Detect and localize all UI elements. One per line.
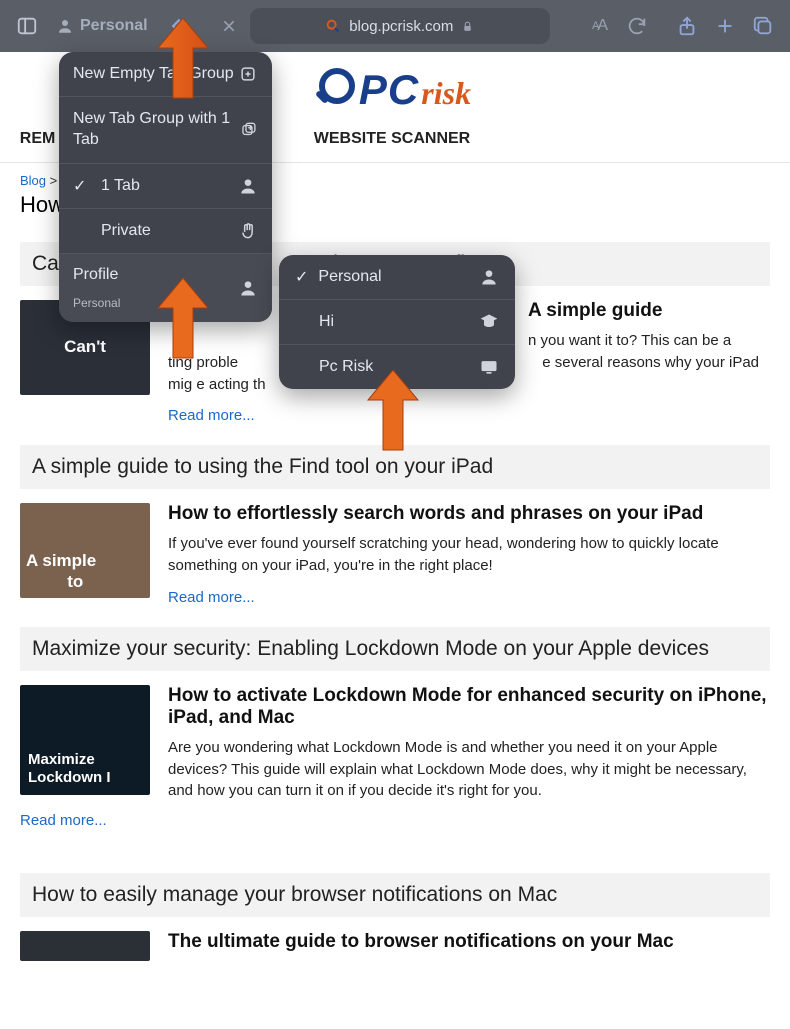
breadcrumb-blog[interactable]: Blog [20, 173, 46, 188]
person-icon [238, 278, 258, 298]
magnifier-icon [319, 68, 355, 104]
person-icon [238, 176, 258, 196]
reload-button[interactable] [620, 9, 654, 43]
article-row: The ultimate guide to browser notificati… [20, 917, 770, 961]
safari-toolbar: Personal blog.pcrisk.com AA [0, 0, 790, 52]
person-icon [479, 267, 499, 287]
menu-item-label: 1 Tab [101, 177, 140, 195]
article-excerpt: Are you wondering what Lockdown Mode is … [168, 737, 770, 802]
annotation-arrow-1 [148, 18, 218, 108]
logo-text-risk: risk [421, 75, 471, 112]
article-thumb[interactable]: A simple to [20, 503, 150, 598]
menu-item-label: Personal [318, 268, 381, 286]
menu-item-private[interactable]: Private [59, 209, 272, 254]
read-more-link[interactable]: Read more... [20, 812, 107, 829]
annotation-arrow-3 [358, 370, 428, 460]
nav-item-removal[interactable]: REM [20, 130, 56, 148]
menu-item-sublabel: Personal [73, 296, 120, 310]
profile-indicator[interactable]: Personal [50, 17, 154, 35]
profile-label: Personal [80, 17, 148, 35]
graduation-cap-icon [479, 312, 499, 332]
profile-submenu: ✓Personal Hi Pc Risk [279, 255, 515, 389]
article-thumb[interactable] [20, 931, 150, 961]
share-button[interactable] [670, 9, 704, 43]
submenu-item-personal[interactable]: ✓ Personal [279, 255, 515, 300]
section-heading: Maximize your security: Enabling Lockdow… [20, 627, 770, 671]
submenu-item-hi[interactable]: Hi [279, 300, 515, 345]
menu-item-label: Private [101, 222, 151, 240]
lock-icon [461, 20, 474, 33]
read-more-link[interactable]: Read more... [168, 589, 255, 606]
tabs-overview-button[interactable] [746, 9, 780, 43]
new-group-plus-icon [240, 120, 258, 140]
nav-item-website-scanner[interactable]: WEBSITE SCANNER [314, 130, 470, 148]
new-tab-button[interactable] [708, 9, 742, 43]
hand-icon [238, 221, 258, 241]
site-search-icon [325, 18, 341, 34]
article-title[interactable]: The ultimate guide to browser notificati… [168, 931, 770, 953]
address-bar[interactable]: blog.pcrisk.com [250, 8, 550, 44]
new-group-icon [238, 64, 258, 84]
article-row: A simple to How to effortlessly search w… [20, 489, 770, 613]
article-row: Maximize Lockdown I How to activate Lock… [20, 671, 770, 808]
sidebar-toggle-button[interactable] [10, 9, 44, 43]
article-excerpt: If you've ever found yourself scratching… [168, 533, 770, 577]
checkmark-icon: ✓ [73, 176, 91, 196]
article-title[interactable]: A simple guide [528, 300, 770, 322]
article-title[interactable]: How to activate Lockdown Mode for enhanc… [168, 685, 770, 729]
reader-aa-button[interactable]: AA [582, 9, 616, 43]
menu-item-label: Hi [319, 313, 334, 331]
article-title[interactable]: How to effortlessly search words and phr… [168, 503, 770, 525]
logo-text-pc: PC [359, 66, 419, 114]
checkmark-icon: ✓ [295, 267, 308, 287]
display-icon [479, 357, 499, 377]
menu-item-label: New Tab Group with 1 Tab [73, 109, 240, 151]
stop-reload-button[interactable] [214, 11, 244, 41]
annotation-arrow-2 [148, 278, 218, 368]
article-thumb[interactable]: Maximize Lockdown I [20, 685, 150, 795]
menu-item-label: Profile [73, 266, 118, 284]
person-icon [56, 17, 74, 35]
read-more-link[interactable]: Read more... [168, 407, 255, 424]
section-heading: How to easily manage your browser notifi… [20, 873, 770, 917]
menu-item-one-tab[interactable]: ✓ 1 Tab [59, 164, 272, 209]
url-host: blog.pcrisk.com [349, 18, 453, 35]
